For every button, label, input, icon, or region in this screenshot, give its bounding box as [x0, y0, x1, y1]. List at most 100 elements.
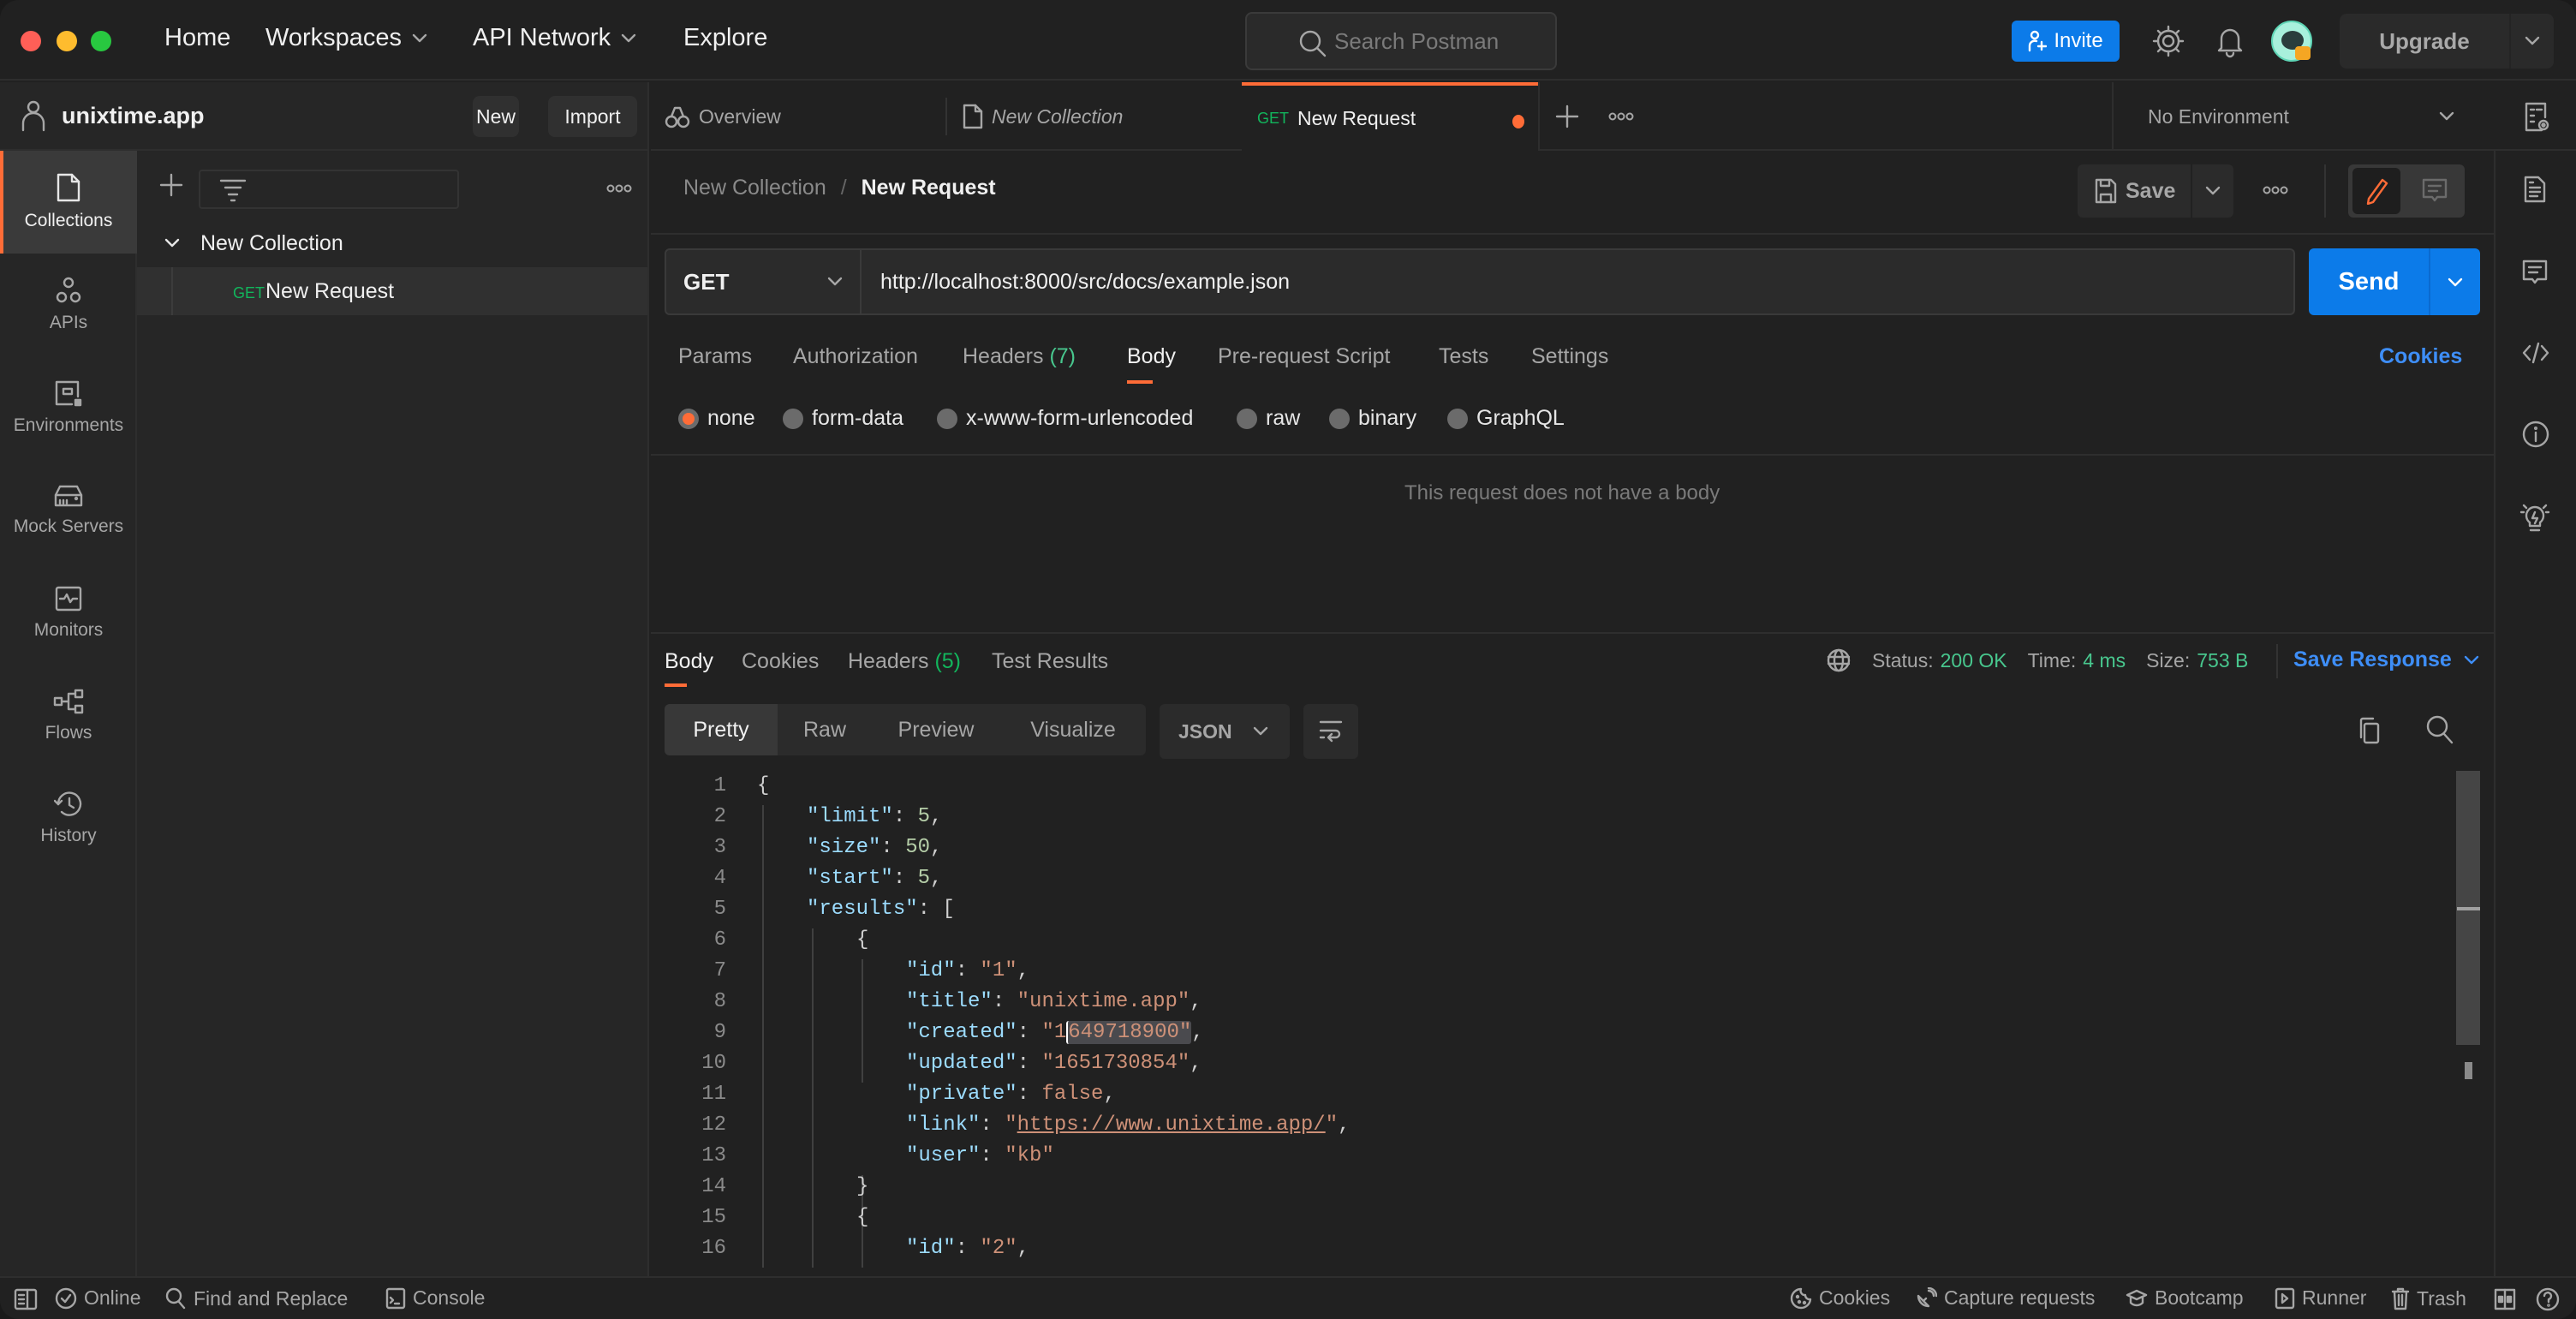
two-pane-view-icon[interactable]: [2494, 1288, 2516, 1310]
breadcrumb-collection[interactable]: New Collection: [683, 176, 826, 200]
url-input[interactable]: http://localhost:8000/src/docs/example.j…: [863, 250, 2293, 313]
nav-api-network[interactable]: API Network: [473, 24, 636, 52]
capture-requests-button[interactable]: Capture requests: [1915, 1286, 2095, 1310]
tab-authorization[interactable]: Authorization: [793, 344, 918, 369]
code-line[interactable]: "title": "unixtime.app",: [906, 990, 1202, 1013]
code-line[interactable]: "limit": 5,: [807, 805, 942, 828]
radio-graphql[interactable]: GraphQL: [1447, 406, 1565, 431]
copy-icon[interactable]: [2357, 716, 2382, 745]
tab-tests[interactable]: Tests: [1439, 344, 1488, 369]
add-collection-icon[interactable]: [159, 173, 183, 197]
sidebar-item-mock-servers[interactable]: Mock Servers: [0, 459, 137, 562]
radio-none[interactable]: none: [678, 406, 755, 431]
tab-new-request[interactable]: GET New Request: [1242, 82, 1538, 151]
code-line[interactable]: "user": "kb": [906, 1144, 1054, 1167]
code-line[interactable]: "id": "2",: [906, 1237, 1029, 1260]
response-tab-body[interactable]: Body: [665, 649, 713, 674]
invite-button[interactable]: Invite: [2012, 21, 2120, 62]
chevron-down-icon[interactable]: [2448, 278, 2463, 288]
edit-mode-toggle[interactable]: [2348, 164, 2405, 218]
tab-pre-request-script[interactable]: Pre-request Script: [1218, 344, 1390, 369]
code-line[interactable]: "private": false,: [906, 1083, 1116, 1106]
sidebar-item-flows[interactable]: Flows: [0, 665, 137, 767]
code-line[interactable]: {: [757, 774, 769, 797]
chevron-down-icon[interactable]: [2525, 36, 2540, 46]
code-snippet-icon[interactable]: [2521, 341, 2550, 365]
save-button[interactable]: Save: [2078, 164, 2191, 218]
maximize-window-button[interactable]: [91, 31, 111, 51]
tab-params[interactable]: Params: [678, 344, 752, 369]
upgrade-button[interactable]: Upgrade: [2340, 14, 2554, 69]
filter-collections-input[interactable]: [199, 170, 459, 209]
response-tab-cookies[interactable]: Cookies: [742, 649, 819, 674]
tree-collection-item[interactable]: New Collection: [137, 221, 647, 267]
code-line[interactable]: "size": 50,: [807, 836, 942, 859]
pane-divider[interactable]: [651, 632, 2494, 634]
comments-icon[interactable]: [2521, 259, 2549, 286]
tab-headers[interactable]: Headers (7): [963, 344, 1076, 369]
view-visualize[interactable]: Visualize: [1000, 704, 1146, 755]
save-options-button[interactable]: [2192, 164, 2233, 218]
info-icon[interactable]: [2521, 420, 2550, 449]
response-tab-test-results[interactable]: Test Results: [992, 649, 1108, 674]
code-line[interactable]: "start": 5,: [807, 867, 942, 890]
format-select[interactable]: JSON: [1160, 704, 1290, 759]
more-tabs-icon[interactable]: [1608, 111, 1634, 122]
code-line[interactable]: "id": "1",: [906, 959, 1029, 982]
view-preview[interactable]: Preview: [872, 704, 1000, 755]
response-tab-headers[interactable]: Headers (5): [848, 649, 961, 674]
radio-binary[interactable]: binary: [1329, 406, 1416, 431]
environment-selector[interactable]: No Environment: [2114, 82, 2473, 151]
new-tab-icon[interactable]: [1555, 104, 1579, 128]
nav-workspaces[interactable]: Workspaces: [265, 24, 427, 52]
environment-quick-look-icon[interactable]: [2523, 101, 2550, 134]
radio-form-data[interactable]: form-data: [783, 406, 903, 431]
more-options-icon[interactable]: [606, 183, 632, 194]
notifications-bell-icon[interactable]: [2215, 24, 2245, 58]
console-button[interactable]: Console: [385, 1286, 485, 1310]
save-response-button[interactable]: Save Response: [2293, 648, 2479, 672]
sidebar-item-history[interactable]: History: [0, 767, 137, 870]
globe-icon[interactable]: [1826, 648, 1852, 673]
code-line[interactable]: }: [856, 1175, 868, 1198]
sidebar-item-monitors[interactable]: Monitors: [0, 562, 137, 665]
code-line[interactable]: "link": "https://www.unixtime.app/",: [906, 1113, 1351, 1137]
cookies-button[interactable]: Cookies: [1790, 1286, 1890, 1310]
code-line[interactable]: "results": [: [807, 898, 955, 921]
search-response-icon[interactable]: [2425, 714, 2454, 745]
comment-mode-toggle[interactable]: [2405, 164, 2465, 218]
code-line[interactable]: {: [856, 928, 868, 952]
chevron-down-icon[interactable]: [164, 238, 180, 248]
help-icon[interactable]: [2535, 1286, 2561, 1312]
code-line[interactable]: {: [856, 1206, 868, 1229]
workspace-name[interactable]: unixtime.app: [62, 103, 205, 129]
import-button[interactable]: Import: [548, 96, 637, 137]
wrap-lines-button[interactable]: [1303, 704, 1358, 759]
status-value[interactable]: 200 OK: [1941, 649, 2007, 672]
breadcrumb-request[interactable]: New Request: [862, 176, 996, 200]
minimize-window-button[interactable]: [57, 31, 77, 51]
radio-x-www-form-urlencoded[interactable]: x-www-form-urlencoded: [937, 406, 1193, 431]
close-window-button[interactable]: [21, 31, 41, 51]
size-value[interactable]: 753 B: [2197, 649, 2248, 672]
sidebar-item-environments[interactable]: Environments: [0, 356, 137, 459]
view-raw[interactable]: Raw: [778, 704, 872, 755]
toggle-sidebar-icon[interactable]: [14, 1288, 38, 1310]
bootcamp-button[interactable]: Bootcamp: [2126, 1286, 2244, 1310]
view-pretty[interactable]: Pretty: [665, 704, 778, 755]
tree-request-item[interactable]: GET New Request: [137, 267, 647, 315]
nav-explore[interactable]: Explore: [683, 24, 767, 52]
sidebar-item-apis[interactable]: APIs: [0, 254, 137, 356]
new-button[interactable]: New: [473, 96, 519, 137]
nav-home[interactable]: Home: [164, 24, 230, 52]
cookies-link[interactable]: Cookies: [2379, 344, 2462, 369]
sidebar-item-collections[interactable]: Collections: [0, 151, 137, 254]
method-select[interactable]: GET: [666, 250, 862, 313]
online-status[interactable]: Online: [55, 1286, 140, 1310]
code-line[interactable]: "created": "1649718900",: [906, 1021, 1204, 1044]
trash-button[interactable]: Trash: [2391, 1286, 2466, 1310]
tab-body[interactable]: Body: [1127, 344, 1176, 369]
settings-gear-icon[interactable]: [2151, 24, 2185, 58]
request-more-options-icon[interactable]: [2263, 185, 2288, 195]
radio-raw[interactable]: raw: [1237, 406, 1300, 431]
